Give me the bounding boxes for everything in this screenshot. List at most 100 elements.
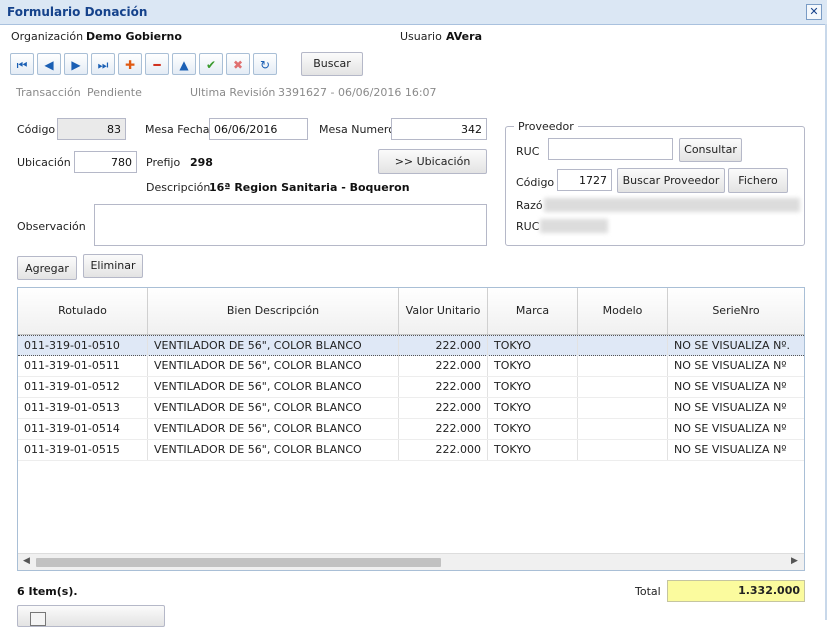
- col-valor-unitario[interactable]: Valor Unitario: [399, 288, 488, 334]
- first-record-button[interactable]: ⏮: [10, 53, 34, 75]
- refresh-icon: ↻: [259, 58, 271, 72]
- minus-icon: ━: [153, 58, 161, 72]
- table-row[interactable]: 011-319-01-0512 VENTILADOR DE 56", COLOR …: [18, 377, 804, 398]
- proveedor-ruc2-label: RUC: [516, 220, 540, 233]
- cell-serienro: NO SE VISUALIZA Nº: [674, 401, 787, 414]
- mesa-fecha-field[interactable]: [209, 118, 308, 140]
- table-row[interactable]: 011-319-01-0513 VENTILADOR DE 56", COLOR …: [18, 398, 804, 419]
- cell-descripcion: VENTILADOR DE 56", COLOR BLANCO: [148, 377, 399, 397]
- cell-valor-unitario: 222.000: [399, 398, 488, 418]
- grid-header: Rotulado Bien Descripción Valor Unitario…: [18, 288, 804, 335]
- cell-rotulado: 011-319-01-0512: [18, 377, 148, 397]
- eliminar-button[interactable]: Eliminar: [83, 254, 143, 278]
- close-button[interactable]: ✕: [806, 4, 822, 20]
- cell-rotulado: 011-319-01-0510: [18, 336, 148, 356]
- agregar-button[interactable]: Agregar: [17, 256, 77, 280]
- consultar-button[interactable]: Consultar: [679, 138, 742, 162]
- mesa-fecha-label: Mesa Fecha: [145, 123, 210, 136]
- org-label: Organización: [11, 30, 84, 43]
- razon-value-redacted: [544, 198, 800, 212]
- add-record-button[interactable]: ✚: [118, 53, 142, 75]
- cell-descripcion: VENTILADOR DE 56", COLOR BLANCO: [148, 336, 399, 356]
- last-record-button[interactable]: ⏭: [91, 53, 115, 75]
- descripcion-value: 16ª Region Sanitaria - Boqueron: [209, 181, 410, 194]
- confirm-button[interactable]: ✔: [199, 53, 223, 75]
- codigo-label: Código: [17, 123, 56, 136]
- ruc-value-redacted: [540, 219, 608, 233]
- org-value: Demo Gobierno: [86, 30, 182, 43]
- prev-record-button[interactable]: ◀: [37, 53, 61, 75]
- cell-marca: TOKYO: [488, 377, 578, 397]
- cell-descripcion: VENTILADOR DE 56", COLOR BLANCO: [148, 419, 399, 439]
- next-record-button[interactable]: ▶: [64, 53, 88, 75]
- ubicacion-button[interactable]: >> Ubicación: [378, 149, 487, 174]
- razon-label: Razó: [516, 199, 543, 212]
- col-rotulado[interactable]: Rotulado: [18, 288, 148, 334]
- proveedor-ruc-field[interactable]: [548, 138, 673, 160]
- triangle-up-icon: ▲: [179, 58, 189, 72]
- cell-modelo: [578, 419, 668, 439]
- cell-marca: TOKYO: [488, 336, 578, 356]
- revision-label: Ultima Revisión: [190, 86, 276, 99]
- scroll-right-icon[interactable]: ▶: [791, 556, 798, 566]
- col-marca[interactable]: Marca: [488, 288, 578, 334]
- cell-marca: TOKYO: [488, 440, 578, 460]
- revision-value: 3391627 - 06/06/2016 16:07: [278, 86, 437, 99]
- cell-valor-unitario: 222.000: [399, 336, 488, 356]
- horizontal-scrollbar[interactable]: ◀ ▶: [18, 553, 804, 570]
- buscar-proveedor-button[interactable]: Buscar Proveedor: [617, 168, 725, 193]
- table-row[interactable]: 011-319-01-0511 VENTILADOR DE 56", COLOR …: [18, 356, 804, 377]
- cell-serienro: NO SE VISUALIZA Nº: [674, 359, 787, 372]
- cell-serienro: NO SE VISUALIZA Nº: [674, 422, 787, 435]
- plus-icon: ✚: [124, 58, 136, 72]
- cell-descripcion: VENTILADOR DE 56", COLOR BLANCO: [148, 356, 399, 376]
- mesa-numero-field[interactable]: [391, 118, 487, 140]
- table-row[interactable]: 011-319-01-0515 VENTILADOR DE 56", COLOR …: [18, 440, 804, 461]
- proveedor-codigo-label: Código: [516, 176, 555, 189]
- cell-valor-unitario: 222.000: [399, 419, 488, 439]
- proveedor-legend: Proveedor: [514, 120, 578, 133]
- prev-icon: ◀: [44, 58, 54, 72]
- x-icon: ✖: [232, 58, 244, 72]
- cell-modelo: [578, 440, 668, 460]
- buscar-button[interactable]: Buscar: [301, 52, 363, 76]
- edit-record-button[interactable]: ▲: [172, 53, 196, 75]
- cell-modelo: [578, 356, 668, 376]
- cell-rotulado: 011-319-01-0515: [18, 440, 148, 460]
- col-serienro[interactable]: SerieNro: [668, 288, 804, 334]
- col-modelo[interactable]: Modelo: [578, 288, 668, 334]
- cell-marca: TOKYO: [488, 419, 578, 439]
- cell-serienro: NO SE VISUALIZA Nº: [674, 380, 787, 393]
- delete-record-button[interactable]: ━: [145, 53, 169, 75]
- first-icon: ⏮: [16, 58, 28, 72]
- user-label: Usuario: [400, 30, 442, 43]
- transaccion-label: Transacción: [16, 86, 81, 99]
- ubicacion-field[interactable]: [74, 151, 137, 173]
- cell-descripcion: VENTILADOR DE 56", COLOR BLANCO: [148, 440, 399, 460]
- observacion-field[interactable]: [94, 204, 487, 246]
- document-icon: [30, 612, 46, 626]
- cell-rotulado: 011-319-01-0513: [18, 398, 148, 418]
- cell-descripcion: VENTILADOR DE 56", COLOR BLANCO: [148, 398, 399, 418]
- codigo-field[interactable]: [57, 118, 126, 140]
- export-button[interactable]: [17, 605, 165, 627]
- cell-valor-unitario: 222.000: [399, 356, 488, 376]
- scroll-left-icon[interactable]: ◀: [23, 556, 30, 566]
- cell-marca: TOKYO: [488, 398, 578, 418]
- total-value: 1.332.000: [667, 580, 805, 602]
- mesa-numero-label: Mesa Numero: [319, 123, 395, 136]
- descripcion-label: Descripción: [146, 181, 211, 194]
- observacion-label: Observación: [17, 220, 86, 233]
- refresh-button[interactable]: ↻: [253, 53, 277, 75]
- cell-modelo: [578, 377, 668, 397]
- table-row[interactable]: 011-319-01-0510 VENTILADOR DE 56", COLOR …: [18, 335, 804, 356]
- scroll-thumb[interactable]: [36, 558, 441, 567]
- cancel-button[interactable]: ✖: [226, 53, 250, 75]
- cell-modelo: [578, 336, 668, 356]
- last-icon: ⏭: [97, 58, 109, 72]
- fichero-button[interactable]: Fichero: [728, 168, 788, 193]
- col-descripcion[interactable]: Bien Descripción: [148, 288, 399, 334]
- proveedor-ruc-label: RUC: [516, 145, 540, 158]
- proveedor-codigo-field[interactable]: [557, 169, 612, 191]
- table-row[interactable]: 011-319-01-0514 VENTILADOR DE 56", COLOR …: [18, 419, 804, 440]
